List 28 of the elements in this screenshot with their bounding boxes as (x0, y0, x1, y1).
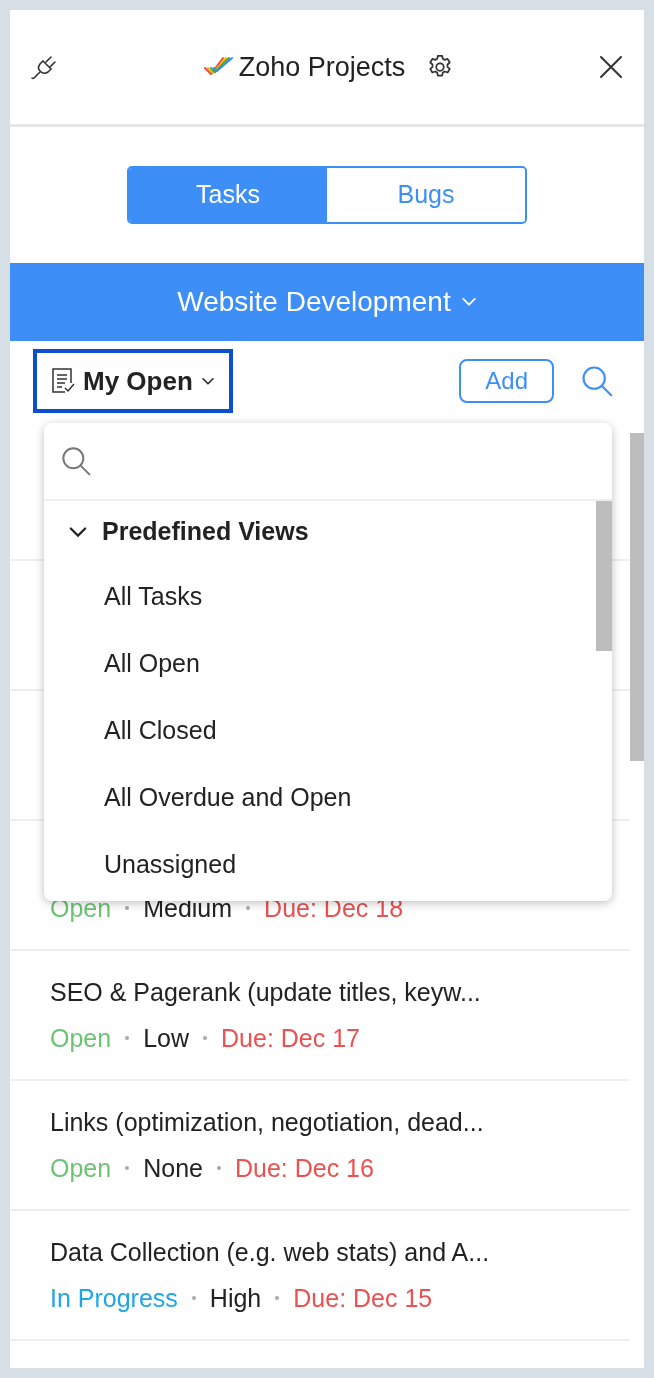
task-due-date: Due: Dec 16 (234, 1153, 374, 1183)
list-check-icon (51, 367, 75, 395)
menu-group-heading[interactable]: Predefined Views (102, 513, 309, 551)
search-icon (60, 445, 92, 477)
task-priority: High (209, 1283, 262, 1313)
task-title[interactable]: Data Collection (e.g. web stats) and A... (50, 1237, 614, 1267)
caret-icon (200, 376, 215, 386)
task-priority: None (143, 1153, 203, 1183)
menu-item[interactable]: All Open (44, 630, 596, 697)
task-due-date: Due: Dec 17 (221, 1023, 360, 1053)
task-title[interactable]: SEO & Pagerank (update titles, keyw... (50, 977, 614, 1007)
task-status: Open (50, 1023, 112, 1053)
scrollbar-thumb[interactable] (630, 433, 644, 761)
search-icon[interactable] (580, 364, 614, 398)
app-title: Zoho Projects (238, 50, 406, 84)
caret-icon (460, 297, 477, 307)
menu-scrollbar-thumb[interactable] (596, 501, 612, 651)
close-icon[interactable] (598, 54, 624, 80)
menu-item[interactable]: All Closed (44, 697, 596, 764)
menu-item[interactable]: All Tasks (44, 563, 596, 630)
task-title[interactable]: Links (optimization, negotiation, dead... (50, 1107, 614, 1137)
view-selector[interactable]: My Open (33, 349, 233, 413)
task-status: In Progress (50, 1283, 178, 1313)
chevron-down-icon (68, 526, 88, 538)
menu-item[interactable]: All Overdue and Open (44, 764, 596, 831)
task-priority: Low (143, 1023, 190, 1053)
task-status: Open (50, 1153, 112, 1183)
task-due-date: Due: Dec 15 (293, 1283, 433, 1313)
